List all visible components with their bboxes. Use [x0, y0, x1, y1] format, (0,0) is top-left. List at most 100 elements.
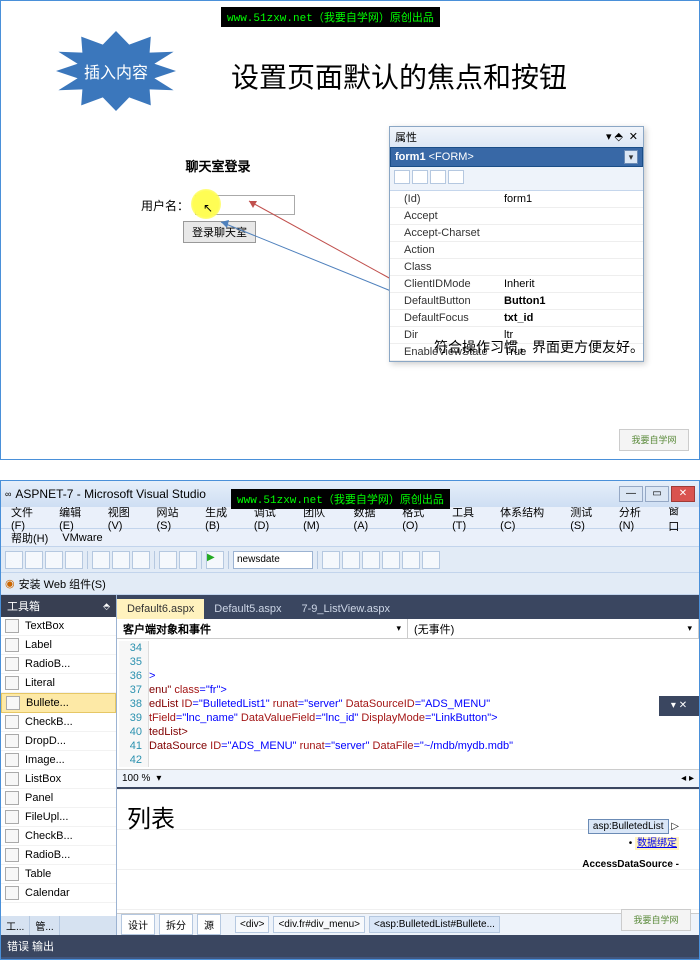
- start-debug-icon[interactable]: ▶: [206, 551, 224, 569]
- toolbox-item-label: Bullete...: [26, 697, 69, 709]
- control-tag[interactable]: asp:BulletedList: [588, 819, 669, 834]
- prop-key: (Id): [390, 192, 500, 206]
- install-web-label[interactable]: 安装 Web 组件(S): [19, 576, 106, 592]
- copy-icon[interactable]: [112, 551, 130, 569]
- file-tab[interactable]: Default5.aspx: [204, 599, 291, 619]
- prop-value: [500, 260, 643, 274]
- control-icon: [5, 848, 19, 862]
- pin-icon[interactable]: ⬘: [103, 601, 110, 612]
- tool-icon[interactable]: [422, 551, 440, 569]
- close-button[interactable]: ✕: [671, 486, 695, 502]
- toolbox-item[interactable]: Panel: [1, 789, 116, 808]
- right-side-prop[interactable]: ▾ ✕: [659, 696, 699, 716]
- site-logo: 我要自学网: [621, 909, 691, 931]
- design-tab[interactable]: 设计: [121, 914, 155, 935]
- tool-icon[interactable]: [362, 551, 380, 569]
- properties-grid: (Id)form1AcceptAccept-CharsetActionClass…: [390, 191, 643, 361]
- control-icon: [5, 715, 19, 729]
- toolbox-item[interactable]: CheckB...: [1, 713, 116, 732]
- control-icon: [5, 638, 19, 652]
- open-icon[interactable]: [25, 551, 43, 569]
- property-row[interactable]: Action: [390, 242, 643, 259]
- categorized-icon[interactable]: [394, 170, 410, 184]
- pin-icon[interactable]: ▾ ⬘: [606, 130, 623, 143]
- property-row[interactable]: DefaultFocustxt_id: [390, 310, 643, 327]
- cut-icon[interactable]: [92, 551, 110, 569]
- code-body[interactable]: > enu" class="fr"> edList ID="BulletedLi…: [149, 641, 697, 767]
- menu-item[interactable]: 帮助(H): [5, 528, 54, 548]
- object-selector[interactable]: form1 <FORM> ▾: [390, 147, 643, 167]
- maximize-button[interactable]: ▭: [645, 486, 669, 502]
- toolbox-item[interactable]: Bullete...: [1, 693, 116, 713]
- properties-title-text: 属性: [395, 132, 417, 144]
- control-icon: [5, 676, 19, 690]
- new-icon[interactable]: [5, 551, 23, 569]
- paste-icon[interactable]: [132, 551, 150, 569]
- toolbox-item[interactable]: RadioB...: [1, 655, 116, 674]
- tool-icon[interactable]: [402, 551, 420, 569]
- error-label: 错误 输出: [7, 938, 54, 954]
- toolbox-tab[interactable]: 工...: [1, 916, 30, 935]
- toolbox-item[interactable]: DropD...: [1, 732, 116, 751]
- tool-icon[interactable]: [382, 551, 400, 569]
- smart-tag: asp:BulletedList ▷ • 数据绑定 AccessDataSour…: [582, 819, 679, 870]
- tool-icon[interactable]: [342, 551, 360, 569]
- toolbox-item[interactable]: TextBox: [1, 617, 116, 636]
- object-dropdown[interactable]: 客户端对象和事件▾: [117, 619, 408, 638]
- file-tab[interactable]: 7-9_ListView.aspx: [292, 599, 400, 619]
- login-button[interactable]: 登录聊天室: [183, 221, 256, 243]
- property-row[interactable]: Accept: [390, 208, 643, 225]
- props-icon[interactable]: [430, 170, 446, 184]
- prop-value: txt_id: [500, 311, 643, 325]
- web-toolbar: ◉ 安装 Web 组件(S): [1, 573, 699, 595]
- events-icon[interactable]: [448, 170, 464, 184]
- slide-1: www.51zxw.net（我要自学网）原创出品 插入内容 设置页面默认的焦点和…: [0, 0, 700, 460]
- property-row[interactable]: (Id)form1: [390, 191, 643, 208]
- breadcrumb[interactable]: <div>: [235, 916, 269, 933]
- chevron-down-icon[interactable]: ▾: [156, 773, 161, 784]
- minimize-button[interactable]: —: [619, 486, 643, 502]
- menu-bar: 文件(F)编辑(E)视图(V)网站(S)生成(B)调试(D)团队(M)数据(A)…: [1, 507, 699, 529]
- chevron-down-icon[interactable]: ▾: [624, 150, 638, 164]
- design-surface[interactable]: 列表 asp:BulletedList ▷ • 数据绑定 AccessDataS…: [117, 787, 699, 913]
- event-dropdown[interactable]: (无事件)▾: [408, 619, 699, 638]
- smart-arrow-icon[interactable]: ▷: [671, 821, 679, 832]
- toolbox-item[interactable]: ListBox: [1, 770, 116, 789]
- toolbox-item[interactable]: FileUpl...: [1, 808, 116, 827]
- toolbox-item-label: FileUpl...: [25, 811, 68, 823]
- split-tab[interactable]: 拆分: [159, 914, 193, 935]
- toolbox-item-label: ListBox: [25, 773, 61, 785]
- undo-icon[interactable]: [159, 551, 177, 569]
- save-icon[interactable]: [45, 551, 63, 569]
- databind-link[interactable]: 数据绑定: [635, 837, 679, 850]
- error-output-bar[interactable]: 错误 输出: [1, 935, 699, 957]
- menu-item[interactable]: VMware: [56, 530, 108, 546]
- property-row[interactable]: Accept-Charset: [390, 225, 643, 242]
- code-editor[interactable]: 343536373839404142 > enu" class="fr"> ed…: [117, 639, 699, 769]
- save-all-icon[interactable]: [65, 551, 83, 569]
- visual-studio-window: www.51zxw.net（我要自学网）原创出品 ∞ ASPNET-7 - Mi…: [0, 480, 700, 960]
- user-label: 用户名：: [141, 197, 189, 214]
- toolbox-item[interactable]: Image...: [1, 751, 116, 770]
- breadcrumb[interactable]: <div.fr#div_menu>: [273, 916, 365, 933]
- property-row[interactable]: DefaultButtonButton1: [390, 293, 643, 310]
- source-tab[interactable]: 源: [197, 914, 221, 935]
- toolbox-item[interactable]: CheckB...: [1, 827, 116, 846]
- toolbox-tab[interactable]: 管...: [30, 916, 59, 935]
- toolbox-item[interactable]: Literal: [1, 674, 116, 693]
- zoom-level[interactable]: 100 %: [122, 773, 150, 784]
- breadcrumb[interactable]: <asp:BulletedList#Bullete...: [369, 916, 500, 933]
- toolbox-item[interactable]: Label: [1, 636, 116, 655]
- toolbox-item[interactable]: Table: [1, 865, 116, 884]
- file-tab[interactable]: Default6.aspx: [117, 599, 204, 619]
- redo-icon[interactable]: [179, 551, 197, 569]
- toolbox-item[interactable]: RadioB...: [1, 846, 116, 865]
- tool-icon[interactable]: [322, 551, 340, 569]
- editor-area: Default6.aspxDefault5.aspx7-9_ListView.a…: [117, 595, 699, 935]
- property-row[interactable]: ClientIDModeInherit: [390, 276, 643, 293]
- alpha-icon[interactable]: [412, 170, 428, 184]
- close-icon[interactable]: ✕: [629, 130, 638, 143]
- config-combo[interactable]: newsdate: [233, 551, 313, 569]
- toolbox-item[interactable]: Calendar: [1, 884, 116, 903]
- property-row[interactable]: Class: [390, 259, 643, 276]
